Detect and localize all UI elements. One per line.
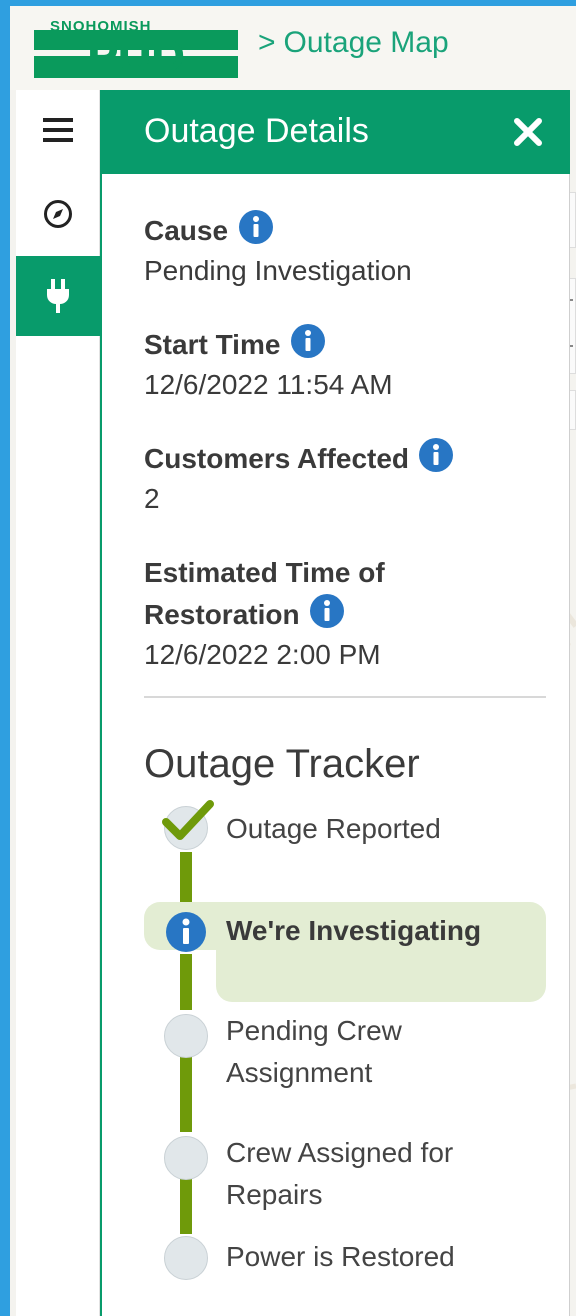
step-dot-pending bbox=[164, 1136, 208, 1180]
sidebar-item-menu[interactable] bbox=[16, 90, 100, 170]
logo-main-text: PUD bbox=[87, 30, 184, 78]
checkmark-icon bbox=[162, 800, 214, 840]
snohomish-pud-logo[interactable]: SNOHOMISH PUD bbox=[34, 16, 238, 80]
step-label: Outage Reported bbox=[226, 813, 441, 844]
breadcrumb: > Outage Map bbox=[258, 26, 449, 60]
info-icon bbox=[166, 912, 206, 952]
sidebar-item-outage-details[interactable] bbox=[16, 256, 100, 336]
step-dot-pending bbox=[164, 1236, 208, 1280]
step-label: Pending Crew Assignment bbox=[226, 1010, 546, 1094]
compass-icon bbox=[44, 200, 72, 228]
breadcrumb-separator: > bbox=[258, 26, 276, 59]
power-plug-icon bbox=[47, 279, 69, 313]
outage-tracker: Outage Reported We're Investigating Pend… bbox=[102, 90, 570, 1316]
step-label: Crew Assigned for Repairs bbox=[226, 1132, 546, 1216]
step-label-line: Assignment bbox=[226, 1057, 373, 1088]
hamburger-menu-icon bbox=[43, 118, 73, 142]
app-header: SNOHOMISH PUD > Outage Map bbox=[10, 6, 576, 90]
step-label-current: We're Investigating bbox=[226, 915, 482, 946]
step-label-line: Repairs bbox=[226, 1179, 323, 1210]
sidebar-rail bbox=[16, 90, 100, 1316]
step-label: Power is Restored bbox=[226, 1241, 455, 1272]
sidebar-item-navigate[interactable] bbox=[16, 174, 100, 254]
tracker-line bbox=[180, 954, 192, 1010]
step-dot-pending bbox=[164, 1014, 208, 1058]
tracker-line bbox=[180, 1176, 192, 1234]
logo-main-mark: PUD bbox=[34, 30, 238, 78]
app-frame: SNOHOMISH PUD > Outage Map Outage Detail… bbox=[10, 6, 576, 1316]
current-step-highlight-tail bbox=[216, 946, 546, 1002]
breadcrumb-current-page[interactable]: Outage Map bbox=[284, 26, 449, 59]
step-label-line: Crew Assigned for bbox=[226, 1137, 454, 1168]
tracker-line bbox=[180, 1056, 192, 1132]
step-label-line: Pending Crew bbox=[226, 1015, 402, 1046]
outage-details-panel: Outage Details Cause Pending Investigati… bbox=[100, 90, 570, 1316]
